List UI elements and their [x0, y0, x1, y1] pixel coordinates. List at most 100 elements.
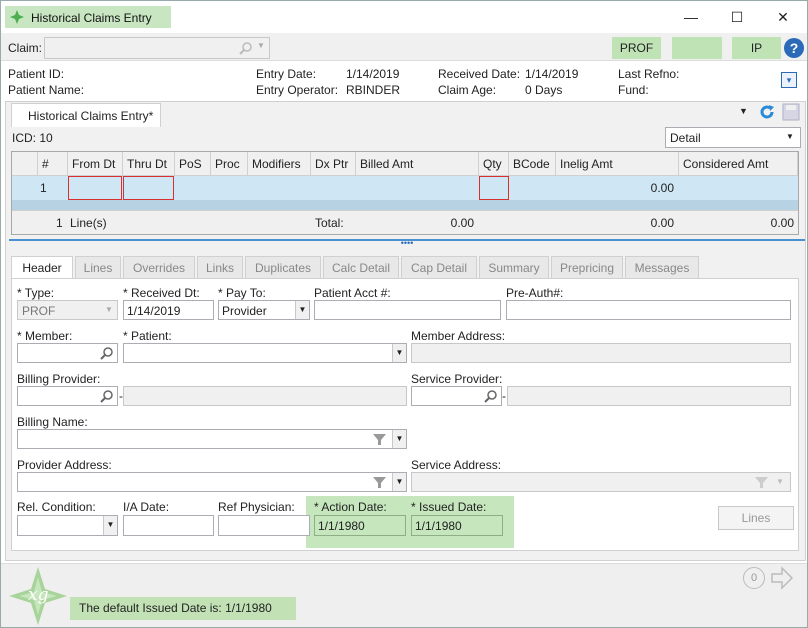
- chevron-down-icon[interactable]: ▼: [105, 305, 113, 314]
- grid-header-num[interactable]: #: [38, 152, 68, 176]
- billing-name-select[interactable]: ▼: [17, 429, 407, 449]
- claim-combobox[interactable]: ▼: [44, 37, 270, 59]
- xg-logo: xg: [9, 567, 67, 625]
- splitter-handle[interactable]: ••••: [9, 239, 805, 248]
- action-date-label: * Action Date:: [314, 500, 387, 514]
- grid-header-proc[interactable]: Proc: [211, 152, 248, 176]
- ip-button[interactable]: IP: [732, 37, 781, 59]
- help-icon[interactable]: ?: [784, 38, 804, 58]
- chevron-down-icon: ▼: [776, 477, 784, 486]
- chevron-down-icon[interactable]: ▼: [392, 473, 406, 491]
- from-dt-cell-error[interactable]: [68, 176, 122, 200]
- received-dt-field[interactable]: 1/14/2019: [123, 300, 214, 320]
- prof-button[interactable]: PROF: [612, 37, 661, 59]
- notification-count[interactable]: 0: [743, 567, 765, 589]
- tab-links[interactable]: Links: [197, 256, 243, 278]
- search-icon[interactable]: [484, 389, 498, 403]
- maximize-button[interactable]: ☐: [725, 7, 749, 27]
- patient-acct-label: Patient Acct #:: [314, 286, 391, 300]
- ia-date-field[interactable]: [123, 515, 214, 536]
- icd-label: ICD: 10: [12, 131, 53, 145]
- status-message: The default Issued Date is: 1/1/1980: [70, 597, 296, 620]
- grid-header-billed-amt[interactable]: Billed Amt: [356, 152, 479, 176]
- inelig-total: 0.00: [650, 216, 674, 230]
- member-field[interactable]: [17, 343, 118, 363]
- tab-messages[interactable]: Messages: [625, 256, 699, 278]
- search-icon[interactable]: [100, 346, 114, 360]
- chevron-down-icon[interactable]: ▼: [392, 430, 406, 448]
- entry-operator-label: Entry Operator:: [256, 83, 339, 97]
- grid-header-from-dt[interactable]: From Dt: [68, 152, 123, 176]
- chevron-down-icon[interactable]: ▼: [786, 132, 794, 141]
- claim-label: Claim:: [8, 41, 43, 55]
- refresh-icon[interactable]: [758, 103, 776, 121]
- last-refno-label: Last Refno:: [618, 67, 680, 81]
- pay-to-select[interactable]: Provider ▼: [218, 300, 310, 320]
- xg-logo-text: xg: [28, 585, 49, 605]
- action-date-value: 1/1/1980: [318, 519, 365, 533]
- grid-header-inelig-amt[interactable]: Inelig Amt: [556, 152, 679, 176]
- provider-address-select[interactable]: ▼: [17, 472, 407, 492]
- patient-label: * Patient:: [123, 329, 172, 343]
- claim-lines-grid: # From Dt Thru Dt PoS Proc Modifiers Dx …: [11, 151, 799, 235]
- service-provider-dash: -: [502, 389, 506, 403]
- rel-condition-select[interactable]: ▼: [17, 515, 118, 536]
- tab-summary[interactable]: Summary: [479, 256, 549, 278]
- grid-header-thru-dt[interactable]: Thru Dt: [123, 152, 175, 176]
- tab-duplicates[interactable]: Duplicates: [245, 256, 321, 278]
- thru-dt-cell-error[interactable]: [123, 176, 174, 200]
- total-label: Total:: [315, 216, 344, 230]
- search-icon[interactable]: [100, 389, 114, 403]
- tab-calc-detail[interactable]: Calc Detail: [323, 256, 399, 278]
- patient-acct-field[interactable]: [314, 300, 501, 320]
- qty-cell-error[interactable]: [479, 176, 509, 200]
- chevron-down-icon[interactable]: ▼: [392, 344, 406, 362]
- tab-prepricing[interactable]: Prepricing: [551, 256, 623, 278]
- tab-header[interactable]: Header: [11, 256, 73, 279]
- document-tab[interactable]: Historical Claims Entry*: [11, 103, 161, 127]
- service-provider-field[interactable]: [411, 386, 502, 406]
- billing-provider-field[interactable]: [17, 386, 118, 406]
- close-button[interactable]: ✕: [771, 7, 795, 27]
- row-inelig-amt: 0.00: [650, 181, 674, 195]
- expand-chevron-icon[interactable]: ▾: [781, 72, 797, 88]
- tab-overrides[interactable]: Overrides: [123, 256, 195, 278]
- pre-auth-field[interactable]: [506, 300, 791, 320]
- grid-header-qty[interactable]: Qty: [479, 152, 509, 176]
- filter-icon[interactable]: [373, 476, 386, 489]
- title-bar: Historical Claims Entry — ☐ ✕: [1, 1, 807, 33]
- billing-name-label: Billing Name:: [17, 415, 88, 429]
- chevron-down-icon[interactable]: ▼: [295, 301, 309, 319]
- grid-header-dx-ptr[interactable]: Dx Ptr: [311, 152, 356, 176]
- action-date-field[interactable]: 1/1/1980: [314, 515, 406, 536]
- save-icon[interactable]: [782, 103, 800, 121]
- patient-select[interactable]: ▼: [123, 343, 407, 363]
- filter-icon[interactable]: [373, 433, 386, 446]
- claim-info-panel: Patient ID: Patient Name: Entry Date: 1/…: [1, 62, 807, 98]
- issued-date-field[interactable]: 1/1/1980: [411, 515, 503, 536]
- fund-label: Fund:: [618, 83, 649, 97]
- tab-lines[interactable]: Lines: [75, 256, 121, 278]
- forward-arrow-icon[interactable]: [770, 566, 794, 590]
- grid-header-considered-amt[interactable]: Considered Amt: [679, 152, 798, 176]
- blank-green-button[interactable]: [672, 37, 722, 59]
- search-icon[interactable]: [239, 41, 253, 55]
- filter-icon: [755, 477, 768, 488]
- issued-date-label: * Issued Date:: [411, 500, 487, 514]
- lines-button[interactable]: Lines: [718, 506, 794, 530]
- view-select[interactable]: Detail ▼: [665, 127, 801, 148]
- grid-header-modifiers[interactable]: Modifiers: [248, 152, 311, 176]
- chevron-down-icon[interactable]: ▼: [257, 41, 265, 50]
- grid-header-bcode[interactable]: BCode: [509, 152, 556, 176]
- type-select[interactable]: PROF ▼: [17, 300, 118, 320]
- entry-operator-value: RBINDER: [346, 83, 401, 97]
- tab-menu-icon[interactable]: ▼: [739, 106, 748, 116]
- minimize-button[interactable]: —: [679, 7, 703, 27]
- received-date-value: 1/14/2019: [525, 67, 579, 81]
- chevron-down-icon[interactable]: ▼: [103, 516, 117, 535]
- ref-physician-field[interactable]: [218, 515, 310, 536]
- grid-header-pos[interactable]: PoS: [175, 152, 211, 176]
- member-address-label: Member Address:: [411, 329, 506, 343]
- tab-cap-detail[interactable]: Cap Detail: [401, 256, 477, 278]
- patient-name-label: Patient Name:: [8, 83, 85, 97]
